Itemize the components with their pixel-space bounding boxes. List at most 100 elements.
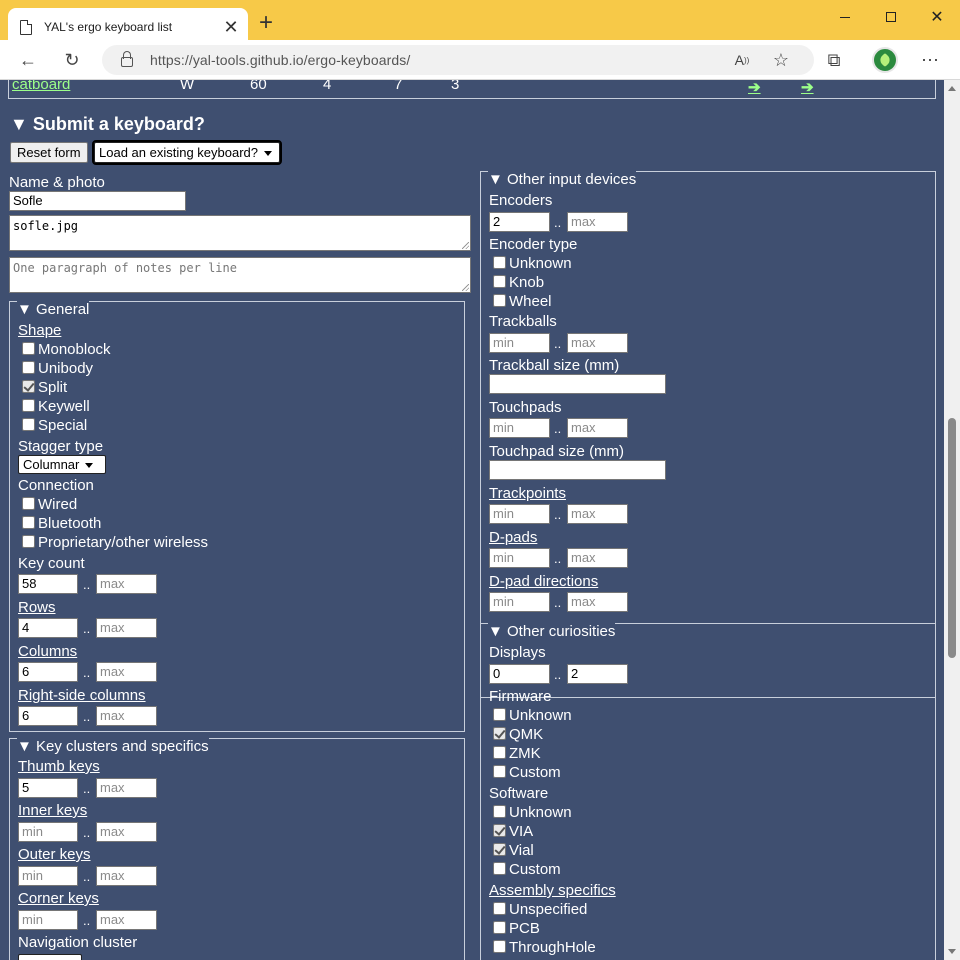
trackballs-min-input[interactable]: min (489, 333, 550, 353)
firmware-checkbox[interactable] (493, 746, 506, 759)
shape-checkbox[interactable] (22, 342, 35, 355)
assembly-checkbox[interactable] (493, 902, 506, 915)
trackpoints-max-input[interactable]: max (567, 504, 628, 524)
rows-link[interactable]: Rows (18, 599, 56, 616)
columns-link[interactable]: Columns (18, 643, 77, 660)
software-checkbox[interactable] (493, 805, 506, 818)
address-bar[interactable]: https://yal-tools.github.io/ergo-keyboar… (102, 45, 814, 75)
other-input-legend[interactable]: ▼ Other input devices (488, 171, 637, 188)
nav-cluster-select[interactable] (18, 954, 82, 960)
encoder-type-checkbox[interactable] (493, 275, 506, 288)
firmware-checkbox[interactable] (493, 708, 506, 721)
photo-textarea[interactable]: sofle.jpg (9, 215, 471, 251)
software-checkbox[interactable] (493, 824, 506, 837)
dpads-link[interactable]: D-pads (489, 529, 537, 546)
trackpoints-link[interactable]: Trackpoints (489, 485, 566, 502)
extensions-icon[interactable]: ⧉ (822, 48, 846, 72)
back-arrow-icon[interactable]: ← (16, 48, 40, 72)
thumb-keys-link[interactable]: Thumb keys (18, 758, 100, 775)
arrow-link-icon[interactable]: ➔ (801, 80, 814, 96)
firmware-checkbox[interactable] (493, 765, 506, 778)
reset-form-button[interactable]: Reset form (10, 142, 88, 163)
close-window-button[interactable]: ✕ (914, 2, 960, 32)
key-clusters-legend[interactable]: ▼ Key clusters and specifics (17, 738, 209, 755)
dpads-max-input[interactable]: max (567, 548, 628, 568)
shape-checkbox[interactable] (22, 418, 35, 431)
displays-min-input[interactable]: 0 (489, 664, 550, 684)
submit-heading[interactable]: ▼ Submit a keyboard? (10, 114, 205, 135)
corner-keys-max-input[interactable]: max (96, 910, 157, 930)
right-columns-min-input[interactable]: 6 (18, 706, 78, 726)
trackpoints-min-input[interactable]: min (489, 504, 550, 524)
vertical-scrollbar[interactable] (944, 80, 960, 960)
refresh-icon[interactable]: ↻ (60, 48, 84, 72)
dpad-directions-min-input[interactable]: min (489, 592, 550, 612)
inner-keys-link[interactable]: Inner keys (18, 802, 87, 819)
shape-checkbox[interactable] (22, 380, 35, 393)
touchpads-max-input[interactable]: max (567, 418, 628, 438)
rows-max-input[interactable]: max (96, 618, 157, 638)
outer-keys-min-input[interactable]: min (18, 866, 78, 886)
notes-textarea[interactable]: One paragraph of notes per line (9, 257, 471, 293)
touchpad-size-input[interactable] (489, 460, 666, 480)
scroll-thumb[interactable] (948, 418, 956, 658)
columns-min-input[interactable]: 6 (18, 662, 78, 682)
corner-keys-link[interactable]: Corner keys (18, 890, 99, 907)
close-tab-icon[interactable]: ✕ (220, 16, 242, 38)
load-keyboard-select[interactable]: Load an existing keyboard? (92, 140, 282, 165)
shape-checkbox[interactable] (22, 399, 35, 412)
rows-min-input[interactable]: 4 (18, 618, 78, 638)
trackballs-max-input[interactable]: max (567, 333, 628, 353)
dpads-min-input[interactable]: min (489, 548, 550, 568)
stagger-select[interactable]: Columnar (18, 455, 106, 474)
encoders-min-input[interactable]: 2 (489, 212, 550, 232)
outer-keys-link[interactable]: Outer keys (18, 846, 91, 863)
inner-keys-max-input[interactable]: max (96, 822, 157, 842)
dpad-directions-max-input[interactable]: max (567, 592, 628, 612)
inner-keys-min-input[interactable]: min (18, 822, 78, 842)
favorite-star-icon[interactable]: ☆ (769, 48, 793, 72)
key-count-max-input[interactable]: max (96, 574, 157, 594)
encoders-max-input[interactable]: max (567, 212, 628, 232)
assembly-link[interactable]: Assembly specifics (489, 882, 616, 899)
arrow-link-icon[interactable]: ➔ (748, 80, 761, 96)
read-aloud-icon[interactable]: A)) (730, 48, 754, 72)
menu-dots-icon[interactable]: ⋯ (918, 48, 942, 72)
dpad-directions-link[interactable]: D-pad directions (489, 573, 598, 590)
profile-avatar[interactable] (872, 47, 898, 73)
minimize-button[interactable] (822, 2, 868, 32)
scroll-up-icon[interactable] (948, 86, 956, 91)
connection-checkbox[interactable] (22, 516, 35, 529)
right-columns-link[interactable]: Right-side columns (18, 687, 146, 704)
thumb-keys-min-input[interactable]: 5 (18, 778, 78, 798)
corner-keys-min-input[interactable]: min (18, 910, 78, 930)
key-count-min-input[interactable]: 58 (18, 574, 78, 594)
encoder-type-checkbox[interactable] (493, 294, 506, 307)
curiosities-legend[interactable]: ▼ Other curiosities (488, 623, 616, 640)
right-columns-max-input[interactable]: max (96, 706, 157, 726)
encoder-type-checkbox[interactable] (493, 256, 506, 269)
software-checkbox[interactable] (493, 862, 506, 875)
shape-link[interactable]: Shape (18, 322, 61, 339)
general-legend[interactable]: ▼ General (17, 301, 90, 318)
connection-checkbox[interactable] (22, 535, 35, 548)
firmware-checkbox[interactable] (493, 727, 506, 740)
assembly-checkbox[interactable] (493, 940, 506, 953)
keyboard-name-link[interactable]: catboard (12, 80, 70, 93)
touchpads-min-input[interactable]: min (489, 418, 550, 438)
resize-grip-icon[interactable] (462, 284, 469, 291)
maximize-button[interactable] (868, 2, 914, 32)
connection-checkbox[interactable] (22, 497, 35, 510)
new-tab-icon[interactable]: + (254, 11, 278, 36)
scroll-down-icon[interactable] (948, 949, 956, 954)
resize-grip-icon[interactable] (462, 242, 469, 249)
name-input[interactable]: Sofle (9, 191, 186, 211)
thumb-keys-max-input[interactable]: max (96, 778, 157, 798)
outer-keys-max-input[interactable]: max (96, 866, 157, 886)
assembly-checkbox[interactable] (493, 921, 506, 934)
displays-max-input[interactable]: 2 (567, 664, 628, 684)
trackball-size-input[interactable] (489, 374, 666, 394)
shape-checkbox[interactable] (22, 361, 35, 374)
software-checkbox[interactable] (493, 843, 506, 856)
columns-max-input[interactable]: max (96, 662, 157, 682)
